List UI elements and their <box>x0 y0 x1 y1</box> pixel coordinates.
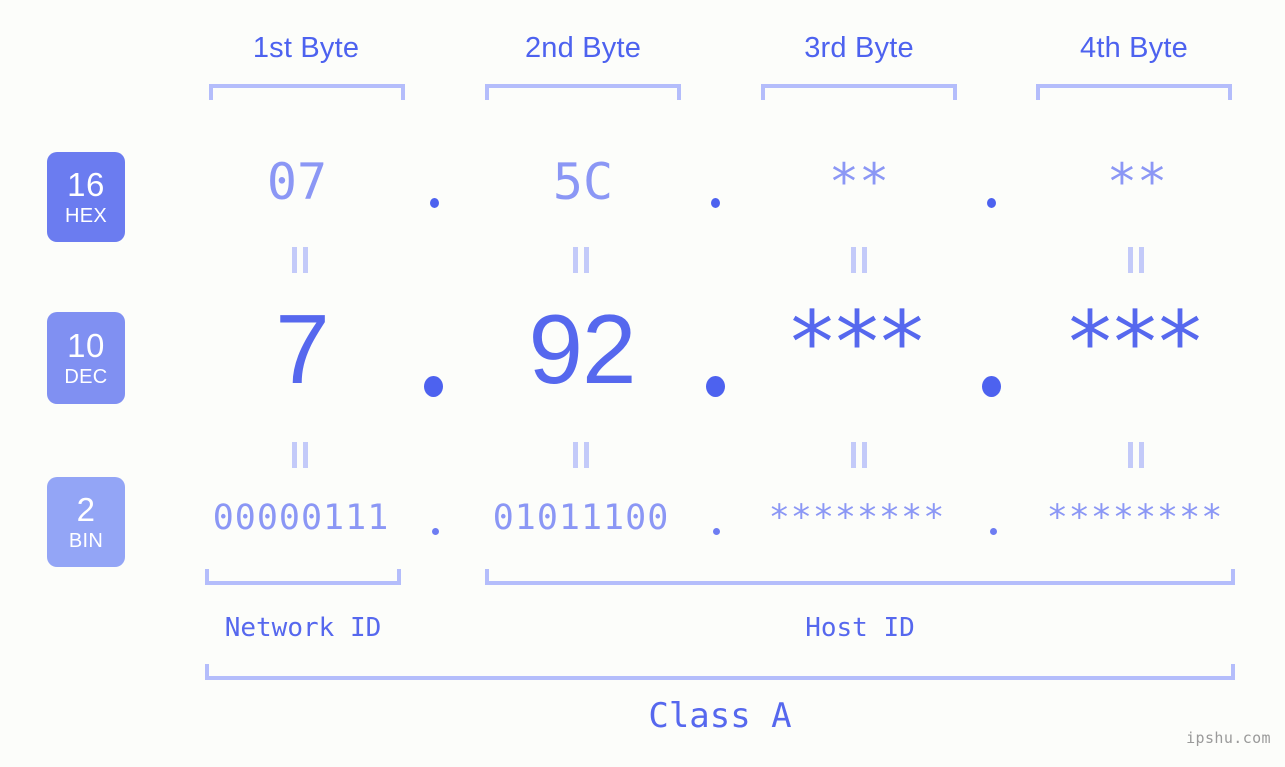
byte-header-2: 2nd Byte <box>524 32 642 64</box>
dec-separator-dot-1 <box>424 376 443 397</box>
host-id-bracket <box>485 569 1235 585</box>
dec-byte-3: *** <box>790 293 926 393</box>
equals-marker-dec-bin-3 <box>848 442 870 468</box>
byte-bracket-1 <box>209 84 405 100</box>
byte-bracket-3 <box>761 84 957 100</box>
equals-marker-dec-bin-4 <box>1125 442 1147 468</box>
bin-byte-1: 00000111 <box>212 498 390 538</box>
dec-byte-1: 7 <box>275 294 330 404</box>
equals-marker-dec-bin-2 <box>570 442 592 468</box>
class-label: Class A <box>648 696 792 736</box>
dec-separator-dot-3 <box>982 376 1001 397</box>
dec-byte-4: *** <box>1068 293 1204 393</box>
byte-header-3: 3rd Byte <box>804 32 914 64</box>
bin-byte-4: ******** <box>1046 498 1224 538</box>
equals-marker-hex-dec-1 <box>289 247 311 273</box>
hex-byte-3: ** <box>828 153 890 211</box>
bin-byte-3: ******** <box>768 498 946 538</box>
host-id-label: Host ID <box>805 613 915 643</box>
equals-marker-hex-dec-2 <box>570 247 592 273</box>
hex-byte-2: 5C <box>552 153 614 211</box>
byte-header-4: 4th Byte <box>1080 32 1188 64</box>
radix-badge-dec-number: 10 <box>67 327 105 364</box>
radix-badge-bin-number: 2 <box>76 491 96 528</box>
class-bracket <box>205 664 1235 680</box>
bin-separator-dot-1 <box>432 528 439 535</box>
bin-byte-2: 01011100 <box>492 498 670 538</box>
radix-badge-dec: 10 DEC <box>47 312 125 404</box>
hex-byte-1: 07 <box>266 153 328 211</box>
radix-badge-hex-name: HEX <box>64 205 108 227</box>
hex-separator-dot-2 <box>711 198 720 208</box>
radix-badge-dec-name: DEC <box>64 366 108 388</box>
equals-marker-hex-dec-3 <box>848 247 870 273</box>
hex-byte-4: ** <box>1106 153 1168 211</box>
equals-marker-hex-dec-4 <box>1125 247 1147 273</box>
network-id-label: Network ID <box>224 613 382 643</box>
byte-bracket-4 <box>1036 84 1232 100</box>
radix-badge-bin: 2 BIN <box>47 477 125 567</box>
hex-separator-dot-1 <box>430 198 439 208</box>
radix-badge-bin-name: BIN <box>68 530 104 552</box>
dec-separator-dot-2 <box>706 376 725 397</box>
dec-byte-2: 92 <box>528 294 636 404</box>
network-id-bracket <box>205 569 401 585</box>
radix-badge-hex: 16 HEX <box>47 152 125 242</box>
byte-header-1: 1st Byte <box>252 32 360 64</box>
bin-separator-dot-3 <box>990 528 997 535</box>
radix-badge-hex-number: 16 <box>67 166 105 203</box>
hex-separator-dot-3 <box>987 198 996 208</box>
bin-separator-dot-2 <box>713 528 720 535</box>
site-watermark: ipshu.com <box>1186 729 1271 747</box>
equals-marker-dec-bin-1 <box>289 442 311 468</box>
byte-bracket-2 <box>485 84 681 100</box>
ip-address-breakdown-diagram: 1st Byte 2nd Byte 3rd Byte 4th Byte 16 H… <box>0 0 1285 767</box>
